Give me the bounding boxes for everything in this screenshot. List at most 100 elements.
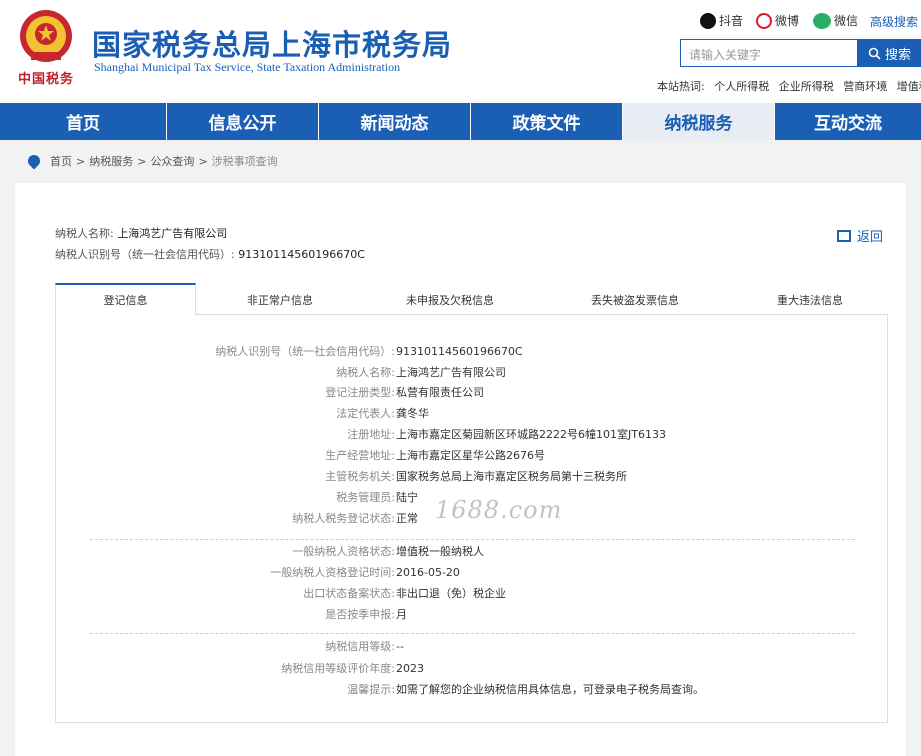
taxpayer-id: 91310114560196670C: [238, 248, 365, 261]
detail-value: 上海市嘉定区菊园新区环城路2222号6幢101室JT6133: [396, 428, 666, 441]
detail-row: 注册地址: 上海市嘉定区菊园新区环城路2222号6幢101室JT6133: [56, 425, 889, 445]
social-weibo[interactable]: 微博: [756, 12, 799, 29]
section-divider: [90, 633, 855, 634]
detail-row: 纳税人名称: 上海鸿艺广告有限公司: [56, 363, 889, 383]
detail-label: 一般纳税人资格登记时间:: [270, 566, 395, 579]
breadcrumb-separator: >: [76, 154, 86, 168]
breadcrumb-current: 涉税事项查询: [211, 155, 278, 168]
location-pin-icon: [25, 152, 43, 170]
nav-item-home[interactable]: 首页: [0, 103, 167, 140]
taxpayer-id-line: 纳税人识别号（统一社会信用代码）: 91310114560196670C: [55, 246, 365, 262]
tax-emblem-icon[interactable]: [17, 8, 75, 68]
detail-value: 2023: [396, 662, 424, 675]
taxpayer-name-label: 纳税人名称:: [55, 227, 114, 240]
breadcrumb-item[interactable]: 首页: [50, 153, 72, 169]
detail-value: 上海鸿艺广告有限公司: [396, 366, 506, 379]
nav-item-interaction[interactable]: 互动交流: [775, 103, 921, 140]
site-subtitle: Shanghai Municipal Tax Service, State Ta…: [94, 60, 401, 74]
breadcrumb-separator: >: [137, 154, 147, 168]
detail-label: 税务管理员:: [336, 491, 395, 504]
search-input[interactable]: 请输入关键字: [680, 39, 858, 67]
social-label: 抖音: [719, 14, 744, 28]
detail-value: --: [396, 640, 404, 653]
detail-label: 纳税人识别号（统一社会信用代码）:: [215, 345, 395, 358]
social-douyin[interactable]: 抖音: [700, 12, 743, 29]
search-button-label: 搜索: [884, 47, 911, 63]
detail-value: 如需了解您的企业纳税信用具体信息，可登录电子税务局查询。: [396, 683, 704, 696]
back-label: 返回: [857, 230, 884, 245]
detail-label: 登记注册类型:: [325, 386, 395, 399]
hot-words: 本站热词: 个人所得税 企业所得税 营商环境 增值税: [657, 78, 921, 94]
detail-value: 私营有限责任公司: [396, 386, 484, 399]
detail-label: 生产经营地址:: [325, 449, 395, 462]
detail-label: 纳税信用等级评价年度:: [281, 662, 395, 675]
advanced-search-link[interactable]: 高级搜索: [870, 13, 918, 30]
search-icon: [868, 47, 881, 60]
hot-word[interactable]: 增值税: [897, 80, 921, 93]
breadcrumb-item[interactable]: 公众查询: [150, 153, 194, 169]
logo-text: 中国税务: [18, 72, 75, 87]
detail-label: 纳税信用等级:: [325, 640, 395, 653]
detail-row: 法定代表人: 龚冬华: [56, 404, 889, 424]
breadcrumb-item[interactable]: 纳税服务: [89, 153, 133, 169]
detail-value: 国家税务总局上海市嘉定区税务局第十三税务所: [396, 470, 627, 483]
detail-label: 一般纳税人资格状态:: [292, 545, 395, 558]
tab-violations[interactable]: 重大违法信息: [740, 283, 880, 316]
social-label: 微信: [834, 14, 859, 28]
taxpayer-name: 上海鸿艺广告有限公司: [117, 227, 228, 240]
hot-word[interactable]: 营商环境: [843, 80, 887, 93]
detail-row: 纳税信用等级: --: [56, 637, 889, 657]
detail-value: 龚冬华: [396, 407, 429, 420]
detail-value: 91310114560196670C: [396, 345, 523, 358]
detail-row: 一般纳税人资格登记时间: 2016-05-20: [56, 563, 889, 583]
detail-row: 出口状态备案状态: 非出口退（免）税企业: [56, 584, 889, 604]
hot-word[interactable]: 个人所得税: [714, 80, 769, 93]
detail-label: 温馨提示:: [347, 683, 395, 696]
detail-row: 一般纳税人资格状态: 增值税一般纳税人: [56, 542, 889, 562]
nav-item-news[interactable]: 新闻动态: [319, 103, 471, 140]
watermark: 1688.com: [435, 496, 563, 524]
detail-value: 月: [396, 608, 407, 621]
search-button[interactable]: 搜索: [858, 39, 921, 67]
tab-lost-invoice[interactable]: 丢失被盗发票信息: [560, 283, 710, 316]
social-wechat[interactable]: 微信: [813, 12, 858, 29]
back-icon: [837, 229, 851, 242]
tab-abnormal[interactable]: 非正常户信息: [210, 283, 350, 316]
back-button[interactable]: 返回: [837, 226, 883, 245]
detail-label: 纳税人税务登记状态:: [292, 512, 395, 525]
registration-details: 纳税人识别号（统一社会信用代码）: 91310114560196670C 纳税人名…: [55, 315, 888, 723]
tab-registration[interactable]: 登记信息: [55, 283, 196, 316]
detail-label: 主管税务机关:: [325, 470, 395, 483]
detail-row: 生产经营地址: 上海市嘉定区星华公路2676号: [56, 446, 889, 466]
content-panel: 纳税人名称: 上海鸿艺广告有限公司 纳税人识别号（统一社会信用代码）: 9131…: [15, 183, 906, 756]
taxpayer-id-label: 纳税人识别号（统一社会信用代码）:: [55, 248, 235, 261]
social-label: 微博: [775, 14, 800, 28]
detail-row: 登记注册类型: 私营有限责任公司: [56, 383, 889, 403]
detail-row: 是否按季申报: 月: [56, 605, 889, 625]
hot-word[interactable]: 企业所得税: [779, 80, 834, 93]
wechat-icon: [813, 12, 831, 29]
nav-item-info[interactable]: 信息公开: [167, 103, 319, 140]
breadcrumb-separator: >: [198, 154, 208, 168]
detail-row: 主管税务机关: 国家税务总局上海市嘉定区税务局第十三税务所: [56, 467, 889, 487]
detail-value: 增值税一般纳税人: [396, 545, 484, 558]
detail-row: 温馨提示: 如需了解您的企业纳税信用具体信息，可登录电子税务局查询。: [56, 680, 889, 700]
detail-value: 非出口退（免）税企业: [396, 587, 506, 600]
detail-label: 是否按季申报:: [325, 608, 395, 621]
detail-label: 出口状态备案状态:: [303, 587, 395, 600]
detail-row: 纳税人识别号（统一社会信用代码）: 91310114560196670C: [56, 342, 889, 362]
main-nav: 首页 信息公开 新闻动态 政策文件 纳税服务 互动交流: [0, 103, 921, 140]
detail-value: 上海市嘉定区星华公路2676号: [396, 449, 545, 462]
site-title[interactable]: 国家税务总局上海市税务局: [92, 22, 452, 64]
tab-undeclared[interactable]: 未申报及欠税信息: [375, 283, 525, 316]
taxpayer-name-line: 纳税人名称: 上海鸿艺广告有限公司: [55, 225, 227, 241]
detail-label: 注册地址:: [347, 428, 395, 441]
nav-item-policy[interactable]: 政策文件: [471, 103, 623, 140]
detail-value: 正常: [396, 512, 418, 525]
detail-value: 陆宁: [396, 491, 418, 504]
douyin-icon: [700, 12, 716, 29]
nav-item-tax-service[interactable]: 纳税服务: [623, 103, 775, 140]
breadcrumb: 首页 > 纳税服务 > 公众查询 > 涉税事项查询: [25, 152, 278, 170]
detail-value: 2016-05-20: [396, 566, 460, 579]
detail-row: 纳税信用等级评价年度: 2023: [56, 659, 889, 679]
